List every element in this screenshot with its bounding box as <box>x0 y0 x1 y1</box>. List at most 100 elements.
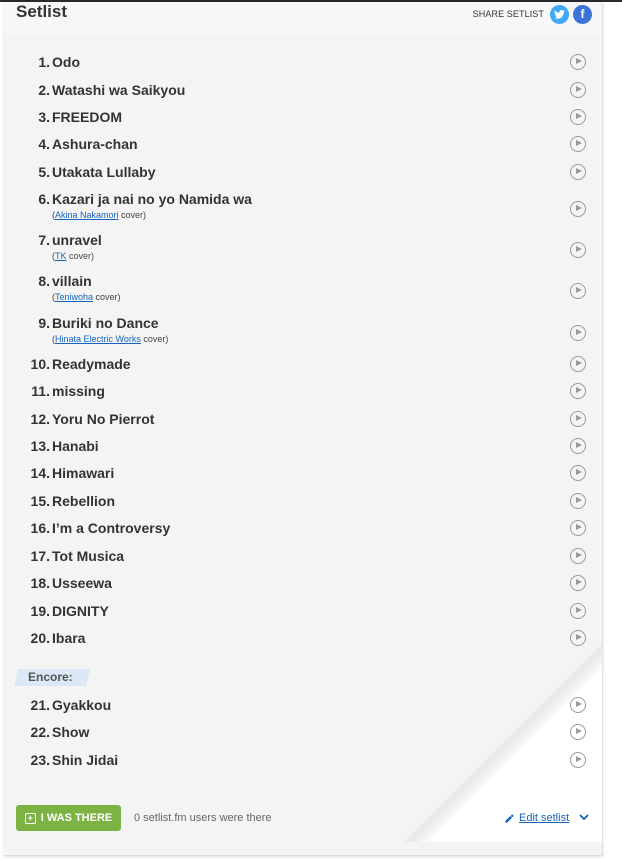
play-icon[interactable] <box>570 325 586 341</box>
setlist-song-row[interactable]: 3. FREEDOM <box>4 109 602 133</box>
setlist-song-row[interactable]: 1. Odo <box>4 54 602 78</box>
users-count-text: 0 setlist.fm users were there <box>134 812 272 824</box>
song-title[interactable]: Usseewa <box>52 575 112 591</box>
play-icon[interactable] <box>570 136 586 152</box>
song-title[interactable]: I’m a Controversy <box>52 520 170 536</box>
cover-info: (Akina Nakamori cover) <box>52 210 146 220</box>
play-icon[interactable] <box>570 752 586 768</box>
play-icon[interactable] <box>570 575 586 591</box>
setlist-song-row[interactable]: 17. Tot Musica <box>4 548 602 572</box>
play-icon[interactable] <box>570 54 586 70</box>
cover-info: (Hinata Electric Works cover) <box>52 334 168 344</box>
song-number: 9. <box>38 315 50 331</box>
song-title[interactable]: FREEDOM <box>52 109 122 125</box>
setlist-song-row[interactable]: 9. Buriki no Dance (Hinata Electric Works … <box>4 315 602 353</box>
song-number: 21. <box>30 697 50 713</box>
play-icon[interactable] <box>570 465 586 481</box>
play-icon[interactable] <box>570 383 586 399</box>
song-title[interactable]: Rebellion <box>52 493 115 509</box>
song-number: 2. <box>38 82 50 98</box>
setlist-song-row[interactable]: 18. Usseewa <box>4 575 602 599</box>
setlist-song-row[interactable]: 23. Shin Jidai <box>4 752 602 776</box>
song-title[interactable]: Gyakkou <box>52 697 111 713</box>
song-number: 3. <box>38 109 50 125</box>
setlist-song-row[interactable]: 15. Rebellion <box>4 493 602 517</box>
song-title[interactable]: Odo <box>52 54 80 70</box>
setlist-song-row[interactable]: 5. Utakata Lullaby <box>4 164 602 188</box>
facebook-icon[interactable]: f <box>573 4 592 24</box>
edit-setlist-label: Edit setlist <box>519 812 570 824</box>
cover-artist-link[interactable]: Teniwoha <box>55 292 93 302</box>
play-icon[interactable] <box>570 411 586 427</box>
setlist-song-row[interactable]: 8. villain (Teniwoha cover) <box>4 273 602 311</box>
setlist-song-row[interactable]: 20. Ibara <box>4 630 602 654</box>
play-icon[interactable] <box>570 283 586 299</box>
setlist-song-row[interactable]: 16. I’m a Controversy <box>4 520 602 544</box>
setlist-song-row[interactable]: 2. Watashi wa Saikyou <box>4 82 602 106</box>
song-number: 8. <box>38 273 50 289</box>
play-icon[interactable] <box>570 520 586 536</box>
song-title[interactable]: Buriki no Dance <box>52 315 159 331</box>
song-title[interactable]: Himawari <box>52 465 114 481</box>
song-number: 13. <box>30 438 50 454</box>
song-title[interactable]: Show <box>52 724 89 740</box>
song-number: 20. <box>30 630 50 646</box>
play-icon[interactable] <box>570 630 586 646</box>
setlist-song-row[interactable]: 19. DIGNITY <box>4 603 602 627</box>
i-was-there-button[interactable]: + I WAS THERE <box>16 805 121 831</box>
song-title[interactable]: Readymade <box>52 356 131 372</box>
song-title[interactable]: Shin Jidai <box>52 752 118 768</box>
edit-setlist-link[interactable]: Edit setlist <box>504 812 589 824</box>
song-title[interactable]: Kazari ja nai no yo Namida wa <box>52 191 252 207</box>
setlist-header: Setlist SHARE SETLIST f <box>4 2 602 36</box>
play-icon[interactable] <box>570 724 586 740</box>
play-icon[interactable] <box>570 603 586 619</box>
setlist-song-row[interactable]: 10. Readymade <box>4 356 602 380</box>
song-title[interactable]: Hanabi <box>52 438 99 454</box>
song-number: 10. <box>30 356 50 372</box>
song-title[interactable]: missing <box>52 383 105 399</box>
song-title[interactable]: Watashi wa Saikyou <box>52 82 185 98</box>
play-icon[interactable] <box>570 493 586 509</box>
song-title[interactable]: villain <box>52 273 92 289</box>
setlist-card: Setlist SHARE SETLIST f 1. Odo 2. Watashi w… <box>4 2 603 856</box>
song-title[interactable]: Ashura-chan <box>52 136 138 152</box>
setlist-song-row[interactable]: 6. Kazari ja nai no yo Namida wa (Akina Na… <box>4 191 602 229</box>
song-number: 18. <box>30 575 50 591</box>
play-icon[interactable] <box>570 242 586 258</box>
play-icon[interactable] <box>570 356 586 372</box>
play-icon[interactable] <box>570 109 586 125</box>
play-icon[interactable] <box>570 438 586 454</box>
cover-suffix: cover) <box>93 292 121 302</box>
play-icon[interactable] <box>570 697 586 713</box>
setlist-song-row[interactable]: 7. unravel (TK cover) <box>4 232 602 270</box>
song-number: 11. <box>31 383 50 399</box>
setlist-song-row[interactable]: 11. missing <box>4 383 602 407</box>
song-number: 1. <box>38 54 50 70</box>
song-title[interactable]: unravel <box>52 232 102 248</box>
pencil-icon <box>505 813 514 823</box>
setlist-song-row[interactable]: 12. Yoru No Pierrot <box>4 411 602 435</box>
play-icon[interactable] <box>570 164 586 180</box>
song-title[interactable]: DIGNITY <box>52 603 109 619</box>
share-bar: SHARE SETLIST f <box>473 4 592 24</box>
song-title[interactable]: Ibara <box>52 630 85 646</box>
setlist-song-row[interactable]: 21. Gyakkou <box>4 697 602 721</box>
cover-artist-link[interactable]: TK <box>55 251 67 261</box>
chevron-down-icon[interactable] <box>579 813 589 824</box>
setlist-song-row[interactable]: 14. Himawari <box>4 465 602 489</box>
cover-artist-link[interactable]: Akina Nakamori <box>55 210 119 220</box>
setlist-song-row[interactable]: 22. Show <box>4 724 602 748</box>
setlist-song-row[interactable]: 4. Ashura-chan <box>4 136 602 160</box>
play-icon[interactable] <box>570 201 586 217</box>
setlist-song-row[interactable]: 13. Hanabi <box>4 438 602 462</box>
play-icon[interactable] <box>570 82 586 98</box>
song-title[interactable]: Yoru No Pierrot <box>52 411 154 427</box>
cover-suffix: cover) <box>140 334 169 344</box>
twitter-icon[interactable] <box>550 4 569 24</box>
song-number: 7. <box>38 232 50 248</box>
song-title[interactable]: Utakata Lullaby <box>52 164 155 180</box>
cover-artist-link[interactable]: Hinata Electric Works <box>55 334 141 344</box>
song-title[interactable]: Tot Musica <box>52 548 124 564</box>
play-icon[interactable] <box>570 548 586 564</box>
